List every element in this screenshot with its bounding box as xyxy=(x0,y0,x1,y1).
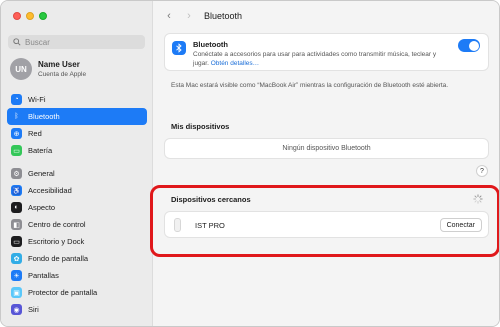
sidebar-item-label: Siri xyxy=(28,305,39,314)
sidebar-item-wi-fi[interactable]: ◔ Wi-Fi xyxy=(7,91,147,108)
bluetooth-description: Conéctate a accesorios para usar para ac… xyxy=(193,50,443,68)
device-row: IST PRO Conectar xyxy=(164,211,489,238)
sidebar: UN Name User Cuenta de Apple ◔ Wi-Fi ᛒ Blue… xyxy=(1,1,153,326)
close-button[interactable] xyxy=(13,12,21,20)
sidebar-item-centro-de-control[interactable]: ◧ Centro de control xyxy=(7,216,147,233)
displays-icon: ☀ xyxy=(11,270,22,281)
sidebar-item-label: Bluetooth xyxy=(28,112,60,121)
wallpaper-icon: ✿ xyxy=(11,253,22,264)
chevron-left-icon: ‹ xyxy=(167,10,171,22)
sidebar-item-label: Fondo de pantalla xyxy=(28,254,89,263)
sidebar-item-accesibilidad[interactable]: ♿ Accesibilidad xyxy=(7,182,147,199)
settings-window: UN Name User Cuenta de Apple ◔ Wi-Fi ᛒ Blue… xyxy=(0,0,500,327)
search-input[interactable] xyxy=(25,37,135,47)
avatar: UN xyxy=(10,58,32,80)
appearance-icon: ◐ xyxy=(11,202,22,213)
sidebar-item-general[interactable]: ⚙ General xyxy=(7,165,147,182)
sidebar-item-label: Wi-Fi xyxy=(28,95,46,104)
spinner-icon xyxy=(473,194,483,204)
device-icon xyxy=(174,218,181,232)
sidebar-item-label: Accesibilidad xyxy=(28,186,72,195)
sidebar-item-label: General xyxy=(28,169,55,178)
sidebar-item-siri[interactable]: ◉ Siri xyxy=(7,301,147,318)
bluetooth-title: Bluetooth xyxy=(193,40,228,49)
minimize-button[interactable] xyxy=(26,12,34,20)
visibility-note: Esta Mac estará visible como “MacBook Ai… xyxy=(171,82,449,89)
page-title: Bluetooth xyxy=(204,11,243,21)
bluetooth-toggle[interactable] xyxy=(458,39,480,52)
empty-message: Ningún dispositivo Bluetooth xyxy=(282,145,371,152)
siri-icon: ◉ xyxy=(11,304,22,315)
help-button[interactable]: ? xyxy=(476,165,488,177)
accessibility-icon: ♿ xyxy=(11,185,22,196)
bluetooth-icon xyxy=(172,41,186,55)
battery-icon: ▭ xyxy=(11,145,22,156)
sidebar-item-label: Red xyxy=(28,129,42,138)
account-row[interactable]: UN Name User Cuenta de Apple xyxy=(10,58,86,80)
sidebar-item-red[interactable]: ⊕ Red xyxy=(7,125,147,142)
sidebar-item-label: Batería xyxy=(28,146,53,155)
account-subtitle: Cuenta de Apple xyxy=(38,71,87,78)
sidebar-item-label: Escritorio y Dock xyxy=(28,237,85,246)
search-icon xyxy=(13,38,21,46)
my-devices-title: Mis dispositivos xyxy=(171,122,230,131)
account-name: Name User xyxy=(38,60,80,69)
sidebar-group-system: ⚙ General ♿ Accesibilidad ◐ Aspecto ◧ Centro de… xyxy=(7,165,147,318)
sidebar-item-label: Protector de pantalla xyxy=(28,288,98,297)
zoom-button[interactable] xyxy=(39,12,47,20)
connect-button[interactable]: Conectar xyxy=(439,218,482,232)
back-button[interactable]: ‹ xyxy=(162,9,176,23)
forward-button[interactable]: › xyxy=(182,9,196,23)
search-field[interactable] xyxy=(8,35,145,49)
sidebar-item-pantallas[interactable]: ☀ Pantallas xyxy=(7,267,147,284)
sidebar-item-label: Aspecto xyxy=(28,203,56,212)
device-name: IST PRO xyxy=(195,221,225,230)
sidebar-item-protector-de-pantalla[interactable]: ▣ Protector de pantalla xyxy=(7,284,147,301)
gear-icon: ⚙ xyxy=(11,168,22,179)
sidebar-group-connectivity: ◔ Wi-Fi ᛒ Bluetooth ⊕ Red ▭ Batería xyxy=(7,91,147,159)
control-center-icon: ◧ xyxy=(11,219,22,230)
toolbar: ‹ › Bluetooth xyxy=(162,9,242,23)
main-pane: ‹ › Bluetooth Bluetooth Conéctate a acce… xyxy=(150,1,499,326)
globe-icon: ⊕ xyxy=(11,128,22,139)
sidebar-item-bluetooth[interactable]: ᛒ Bluetooth xyxy=(7,108,147,125)
bluetooth-card: Bluetooth Conéctate a accesorios para us… xyxy=(164,33,489,71)
sidebar-item-batería[interactable]: ▭ Batería xyxy=(7,142,147,159)
nearby-devices-title: Dispositivos cercanos xyxy=(171,195,251,204)
my-devices-empty: Ningún dispositivo Bluetooth xyxy=(164,138,489,159)
desktop-dock-icon: ▭ xyxy=(11,236,22,247)
learn-more-link[interactable]: Obtén detalles… xyxy=(211,60,259,67)
bluetooth-icon: ᛒ xyxy=(11,111,22,122)
screensaver-icon: ▣ xyxy=(11,287,22,298)
sidebar-item-aspecto[interactable]: ◐ Aspecto xyxy=(7,199,147,216)
window-controls xyxy=(13,12,47,20)
sidebar-item-escritorio-y-dock[interactable]: ▭ Escritorio y Dock xyxy=(7,233,147,250)
chevron-right-icon: › xyxy=(187,10,191,22)
sidebar-item-label: Pantallas xyxy=(28,271,59,280)
sidebar-item-fondo-de-pantalla[interactable]: ✿ Fondo de pantalla xyxy=(7,250,147,267)
wifi-icon: ◔ xyxy=(11,94,22,105)
sidebar-item-label: Centro de control xyxy=(28,220,86,229)
